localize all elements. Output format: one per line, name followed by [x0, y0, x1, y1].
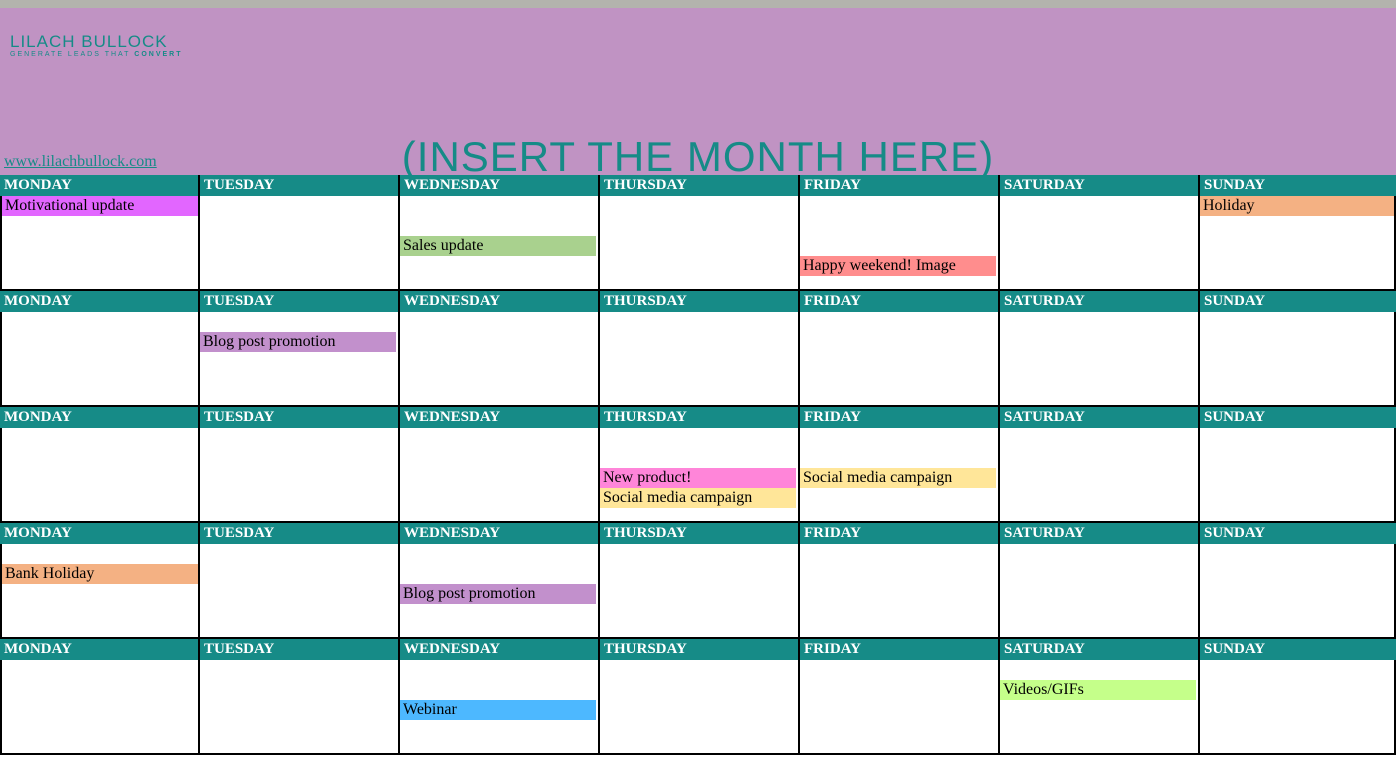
calendar-event[interactable]: Social media campaign [600, 488, 796, 508]
day-cell[interactable]: Bank Holiday [0, 544, 200, 639]
day-header: WEDNESDAY [400, 523, 600, 544]
brand-tagline-a: GENERATE LEADS THAT [10, 51, 134, 58]
day-header: MONDAY [0, 291, 200, 312]
brand-tagline-b: CONVERT [134, 51, 182, 58]
day-header: MONDAY [0, 639, 200, 660]
day-header: THURSDAY [600, 523, 800, 544]
calendar-event[interactable]: Social media campaign [800, 468, 996, 488]
calendar-event[interactable]: Blog post promotion [400, 584, 596, 604]
day-cell[interactable] [1200, 544, 1396, 639]
banner: LILACH BULLOCK GENERATE LEADS THAT CONVE… [0, 8, 1396, 175]
calendar-event[interactable]: Webinar [400, 700, 596, 720]
day-cell[interactable] [200, 428, 400, 523]
brand-name: LILACH BULLOCK [10, 32, 183, 52]
day-cell[interactable]: Webinar [400, 660, 600, 755]
day-header: TUESDAY [200, 291, 400, 312]
day-cell[interactable] [1000, 428, 1200, 523]
day-cell[interactable]: Blog post promotion [400, 544, 600, 639]
calendar-event[interactable]: Happy weekend! Image [800, 256, 996, 276]
calendar-grid: MONDAYTUESDAYWEDNESDAYTHURSDAYFRIDAYSATU… [0, 175, 1396, 755]
day-cell[interactable] [1200, 428, 1396, 523]
day-header: THURSDAY [600, 639, 800, 660]
day-cell[interactable]: Motivational update [0, 196, 200, 291]
day-cell[interactable] [600, 196, 800, 291]
day-cell[interactable] [1200, 312, 1396, 407]
day-header: TUESDAY [200, 407, 400, 428]
day-header: SATURDAY [1000, 291, 1200, 312]
day-header: THURSDAY [600, 291, 800, 312]
day-cell[interactable] [400, 428, 600, 523]
day-cell[interactable]: Happy weekend! Image [800, 196, 1000, 291]
calendar-event[interactable]: Videos/GIFs [1000, 680, 1196, 700]
day-cell[interactable]: Sales update [400, 196, 600, 291]
day-cell[interactable]: Videos/GIFs [1000, 660, 1200, 755]
day-cell[interactable] [800, 660, 1000, 755]
day-cell[interactable] [0, 428, 200, 523]
calendar-sheet: LILACH BULLOCK GENERATE LEADS THAT CONVE… [0, 0, 1396, 778]
day-cell[interactable] [800, 312, 1000, 407]
week-row: Motivational update Sales update Happy wee… [0, 196, 1396, 291]
day-cell[interactable]: New product!Social media campaign [600, 428, 800, 523]
calendar-event[interactable]: Bank Holiday [2, 564, 198, 584]
day-cell[interactable] [0, 660, 200, 755]
week-header: MONDAYTUESDAYWEDNESDAYTHURSDAYFRIDAYSATU… [0, 639, 1396, 660]
day-header: SATURDAY [1000, 523, 1200, 544]
week-header: MONDAYTUESDAYWEDNESDAYTHURSDAYFRIDAYSATU… [0, 407, 1396, 428]
week-row: Bank Holiday Blog post promotion [0, 544, 1396, 639]
day-header: SATURDAY [1000, 639, 1200, 660]
day-header: MONDAY [0, 407, 200, 428]
day-header: SUNDAY [1200, 639, 1396, 660]
day-header: FRIDAY [800, 291, 1000, 312]
day-cell[interactable] [600, 660, 800, 755]
day-cell[interactable] [1000, 312, 1200, 407]
week-row: New product!Social media campaignSocial … [0, 428, 1396, 523]
day-cell[interactable] [1200, 660, 1396, 755]
day-header: FRIDAY [800, 523, 1000, 544]
calendar-event[interactable]: Motivational update [2, 196, 198, 216]
calendar-event[interactable]: Blog post promotion [200, 332, 396, 352]
day-cell[interactable] [200, 196, 400, 291]
day-header: SUNDAY [1200, 523, 1396, 544]
day-cell[interactable] [200, 660, 400, 755]
calendar-event[interactable]: Sales update [400, 236, 596, 256]
day-header: THURSDAY [600, 407, 800, 428]
day-cell[interactable] [600, 544, 800, 639]
day-header: FRIDAY [800, 639, 1000, 660]
day-cell[interactable] [400, 312, 600, 407]
brand-logo: LILACH BULLOCK GENERATE LEADS THAT CONVE… [10, 32, 183, 58]
day-header: FRIDAY [800, 407, 1000, 428]
day-header: SATURDAY [1000, 407, 1200, 428]
day-header: TUESDAY [200, 639, 400, 660]
day-header: SUNDAY [1200, 291, 1396, 312]
day-cell[interactable] [800, 544, 1000, 639]
week-row: Webinar Videos/GIFs [0, 660, 1396, 755]
day-header: WEDNESDAY [400, 291, 600, 312]
day-header: MONDAY [0, 523, 200, 544]
day-header: WEDNESDAY [400, 639, 600, 660]
week-header: MONDAYTUESDAYWEDNESDAYTHURSDAYFRIDAYSATU… [0, 523, 1396, 544]
day-header: SUNDAY [1200, 407, 1396, 428]
day-header: WEDNESDAY [400, 407, 600, 428]
calendar-event[interactable]: Holiday [1200, 196, 1396, 216]
day-cell[interactable] [600, 312, 800, 407]
day-cell[interactable] [1000, 196, 1200, 291]
week-header: MONDAYTUESDAYWEDNESDAYTHURSDAYFRIDAYSATU… [0, 291, 1396, 312]
brand-tagline: GENERATE LEADS THAT CONVERT [10, 51, 183, 58]
day-cell[interactable] [0, 312, 200, 407]
day-cell[interactable] [1000, 544, 1200, 639]
day-header: TUESDAY [200, 523, 400, 544]
month-title: (INSERT THE MONTH HERE) [0, 133, 1396, 181]
day-cell[interactable]: Social media campaign [800, 428, 1000, 523]
day-cell[interactable]: Holiday [1200, 196, 1396, 291]
calendar-event[interactable]: New product! [600, 468, 796, 488]
week-row: Blog post promotion [0, 312, 1396, 407]
day-cell[interactable] [200, 544, 400, 639]
day-cell[interactable]: Blog post promotion [200, 312, 400, 407]
